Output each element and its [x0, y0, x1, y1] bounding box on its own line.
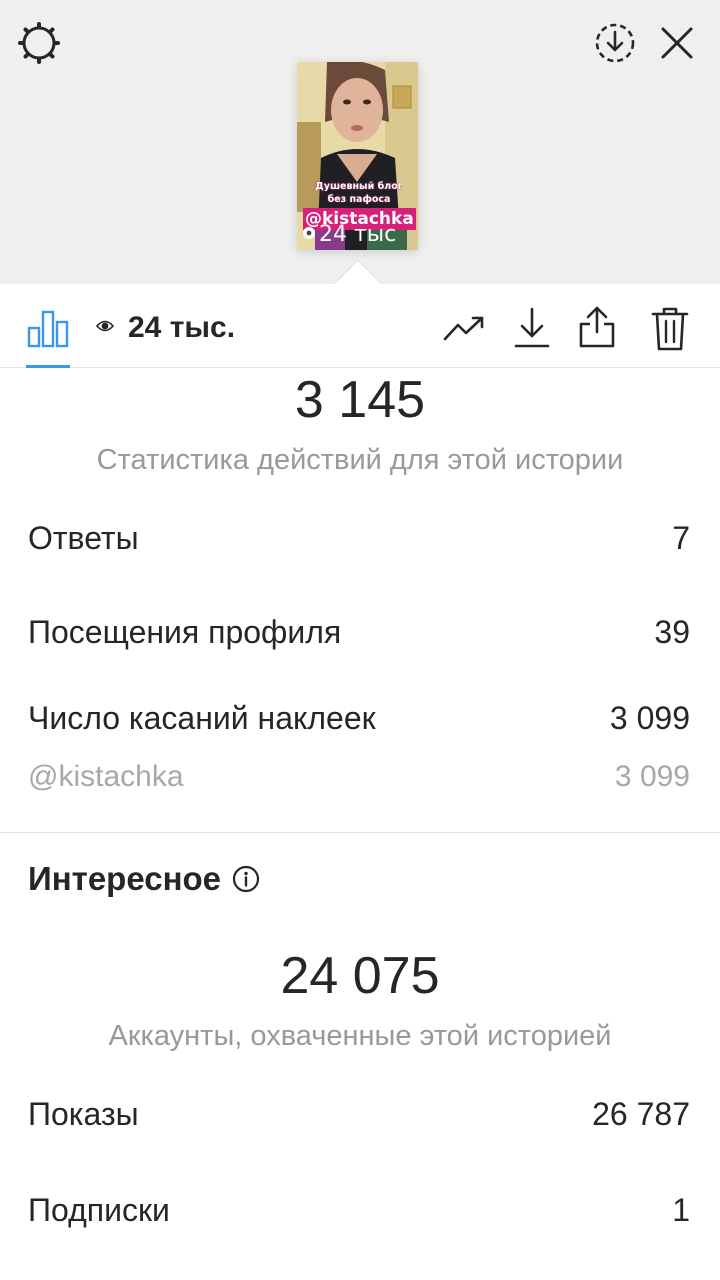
stat-row-sticker-handle: @kistachka 3 099 [28, 760, 690, 794]
settings-gear-icon[interactable] [14, 18, 64, 68]
active-tab-indicator [26, 365, 70, 368]
info-icon[interactable] [231, 864, 261, 894]
stat-value: 39 [654, 614, 690, 650]
discovery-section-title: Интересное [28, 860, 261, 898]
story-preview-area: Душевный блог без пафоса @kistachka 24 т… [0, 0, 720, 310]
eye-icon [95, 317, 115, 340]
stat-row-follows: Подписки 1 [28, 1192, 690, 1229]
stat-value: 1 [672, 1192, 690, 1228]
stat-value: 7 [672, 520, 690, 556]
story-views-overlay: 24 тыс [301, 222, 396, 248]
save-story-icon[interactable] [590, 18, 640, 68]
actions-total: 3 145 [294, 371, 426, 429]
stat-row-impressions: Показы 26 787 [28, 1096, 690, 1133]
reach-total: 24 075 [280, 947, 440, 1005]
stat-row-sticker-taps: Число касаний наклеек 3 099 [28, 700, 690, 737]
story-views-count: 24 тыс [319, 222, 397, 247]
section-divider [0, 832, 720, 833]
stat-value: 3 099 [609, 700, 690, 736]
story-caption: Душевный блог без пафоса [315, 181, 403, 205]
story-toolbar: 24 тыс. [0, 284, 720, 368]
download-icon[interactable] [510, 304, 554, 352]
stat-label: Посещения профиля [28, 614, 342, 650]
stat-label: Подписки [28, 1192, 170, 1228]
story-thumbnail[interactable]: Душевный блог без пафоса @kistachka 24 т… [297, 62, 418, 250]
views-count: 24 тыс. [128, 311, 236, 344]
bar-chart-icon [27, 310, 69, 348]
reach-label: Аккаунты, охваченные этой историей [108, 1020, 612, 1052]
stat-label: Число касаний наклеек [28, 700, 376, 736]
share-icon[interactable] [575, 302, 619, 352]
stat-label: Показы [28, 1096, 139, 1132]
section-title-text: Интересное [28, 860, 222, 897]
eye-icon [301, 222, 317, 248]
stat-value: 26 787 [592, 1096, 690, 1132]
insights-tab[interactable] [26, 306, 70, 350]
stat-value: 3 099 [614, 760, 690, 793]
stat-label: Ответы [28, 520, 139, 556]
promote-icon[interactable] [440, 306, 490, 350]
stat-row-replies: Ответы 7 [28, 520, 690, 557]
delete-trash-icon[interactable] [648, 304, 692, 354]
stat-label: @kistachka [28, 760, 184, 793]
close-icon[interactable] [652, 18, 702, 68]
actions-label: Статистика действий для этой истории [96, 444, 624, 476]
stat-row-profile-visits: Посещения профиля 39 [28, 614, 690, 651]
views-summary[interactable]: 24 тыс. [95, 308, 236, 348]
